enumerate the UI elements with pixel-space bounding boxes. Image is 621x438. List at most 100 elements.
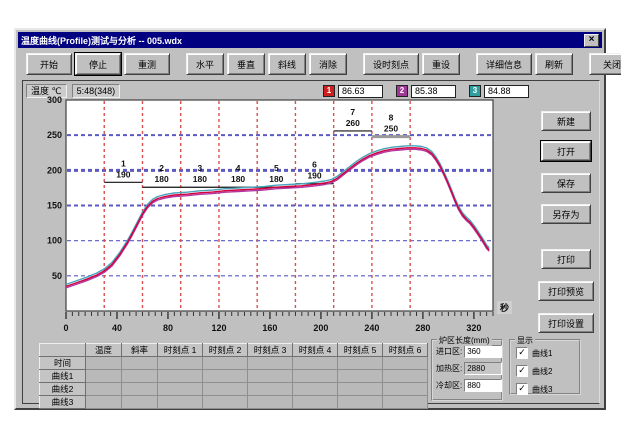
table-cell <box>338 383 383 396</box>
table-cell <box>248 396 293 409</box>
curve3-checkbox-label: 曲线3 <box>532 384 552 395</box>
table-row: 时间 <box>40 357 428 370</box>
titlebar: 温度曲线(Profile)测试与分析 -- 005.wdx × <box>18 32 602 48</box>
curve3-checkbox[interactable]: ✓ <box>516 383 528 395</box>
table-header: 时刻点 6 <box>383 344 428 357</box>
x-axis-tick-label: 0 <box>63 323 68 333</box>
table-header: 时刻点 5 <box>338 344 383 357</box>
save-button[interactable]: 保存 <box>541 173 591 193</box>
table-row-label: 曲线3 <box>40 396 86 409</box>
zone-temp-label: 250 <box>384 124 398 134</box>
entry-zone-input[interactable] <box>464 345 502 358</box>
window-title: 温度曲线(Profile)测试与分析 -- 005.wdx <box>21 34 584 47</box>
table-corner-cell <box>40 344 86 357</box>
stop-button[interactable]: 停止 <box>75 53 121 75</box>
heating-zone-input[interactable] <box>464 362 502 375</box>
zone-temp-label: 190 <box>307 171 321 181</box>
zone-number-label: 5 <box>274 163 279 173</box>
x-axis-tick-label: 80 <box>163 323 173 333</box>
open-button[interactable]: 打开 <box>541 141 591 161</box>
table-cell <box>248 370 293 383</box>
y-axis-tick-label: 250 <box>47 130 62 140</box>
cooling-zone-label: 冷却区: <box>436 380 462 391</box>
x-axis-tick-label: 320 <box>466 323 481 333</box>
cooling-zone-input[interactable] <box>464 379 502 392</box>
print-button[interactable]: 打印 <box>541 249 591 269</box>
table-row: 曲线3 <box>40 396 428 409</box>
set-timepoint-button[interactable]: 设时刻点 <box>363 53 419 75</box>
y-axis-tick-label: 50 <box>52 271 62 281</box>
table-header: 斜率 <box>122 344 158 357</box>
table-cell <box>158 396 203 409</box>
x-axis-tick-label: 40 <box>112 323 122 333</box>
table-cell <box>86 370 122 383</box>
y-axis-tick-label: 100 <box>47 236 62 246</box>
curve2-checkbox[interactable]: ✓ <box>516 365 528 377</box>
zone-number-label: 3 <box>197 163 202 173</box>
table-cell <box>203 357 248 370</box>
table-row-label: 曲线1 <box>40 370 86 383</box>
retest-button[interactable]: 重测 <box>124 53 170 75</box>
zone-number-label: 7 <box>350 107 355 117</box>
reset-button[interactable]: 重设 <box>422 53 460 75</box>
table-cell <box>293 357 338 370</box>
y-axis-tick-label: 200 <box>47 165 62 175</box>
print-preview-button[interactable]: 打印预览 <box>538 281 594 301</box>
table-cell <box>293 383 338 396</box>
x-axis-tick-label: 280 <box>415 323 430 333</box>
x-unit-label: 秒 <box>500 302 509 313</box>
app-window: 温度曲线(Profile)测试与分析 -- 005.wdx × 开始 停止 重测… <box>14 28 606 410</box>
x-axis-tick-label: 160 <box>262 323 277 333</box>
curve2-checkbox-label: 曲线2 <box>532 366 552 377</box>
main-panel: 温度 ℃ 5:48(348) 1 86.63 2 85.38 3 84.88 5… <box>22 80 600 404</box>
erase-button[interactable]: 消除 <box>309 53 347 75</box>
profile-chart: 5010015020025030004080120160200240280320… <box>31 93 536 339</box>
table-cell <box>122 357 158 370</box>
table-cell <box>203 383 248 396</box>
table-header: 时刻点 3 <box>248 344 293 357</box>
table-cell <box>203 370 248 383</box>
x-axis-tick-label: 240 <box>364 323 379 333</box>
table-cell <box>338 370 383 383</box>
table-row-label: 曲线2 <box>40 383 86 396</box>
y-axis-tick-label: 150 <box>47 201 62 211</box>
zone-temp-label: 180 <box>155 174 169 184</box>
table-cell <box>86 357 122 370</box>
zone-temp-label: 260 <box>346 118 360 128</box>
table-row: 曲线1 <box>40 370 428 383</box>
table-cell <box>158 357 203 370</box>
table-cell <box>158 370 203 383</box>
details-button[interactable]: 详细信息 <box>476 53 532 75</box>
table-cell <box>383 396 428 409</box>
vertical-line-button[interactable]: 垂直 <box>227 53 265 75</box>
zone-temp-label: 180 <box>193 174 207 184</box>
close-icon[interactable]: × <box>584 34 599 47</box>
close-window-button[interactable]: 关闭 <box>589 53 621 75</box>
curve1-checkbox[interactable]: ✓ <box>516 347 528 359</box>
table-row: 曲线2 <box>40 383 428 396</box>
table-cell <box>383 357 428 370</box>
zone-number-label: 4 <box>236 163 241 173</box>
table-cell <box>122 396 158 409</box>
furnace-zone-panel: 炉区长度(mm) 进口区: 加热区: 冷却区: <box>431 339 503 401</box>
start-button[interactable]: 开始 <box>26 53 72 75</box>
table-header: 时刻点 1 <box>158 344 203 357</box>
print-setup-button[interactable]: 打印设置 <box>538 313 594 333</box>
timepoint-table: 温度斜率时刻点 1时刻点 2时刻点 3时刻点 4时刻点 5时刻点 6时间曲线1曲… <box>39 343 428 409</box>
y-axis-tick-label: 300 <box>47 95 62 105</box>
horizontal-line-button[interactable]: 水平 <box>186 53 224 75</box>
table-cell <box>383 370 428 383</box>
refresh-button[interactable]: 刷新 <box>535 53 573 75</box>
line-tool-group: 水平 垂直 斜线 消除 <box>186 53 350 75</box>
table-cell <box>203 396 248 409</box>
table-cell <box>248 383 293 396</box>
table-cell <box>86 383 122 396</box>
table-cell <box>86 396 122 409</box>
zone-number-label: 8 <box>389 113 394 123</box>
save-as-button[interactable]: 另存为 <box>541 204 591 224</box>
new-button[interactable]: 新建 <box>541 111 591 131</box>
run-button-group: 开始 停止 重测 <box>26 53 173 75</box>
toolbar: 开始 停止 重测 水平 垂直 斜线 消除 设时刻点 重设 详细信息 刷新 关闭 <box>26 50 596 78</box>
info-button-group: 详细信息 刷新 <box>476 53 576 75</box>
slant-line-button[interactable]: 斜线 <box>268 53 306 75</box>
